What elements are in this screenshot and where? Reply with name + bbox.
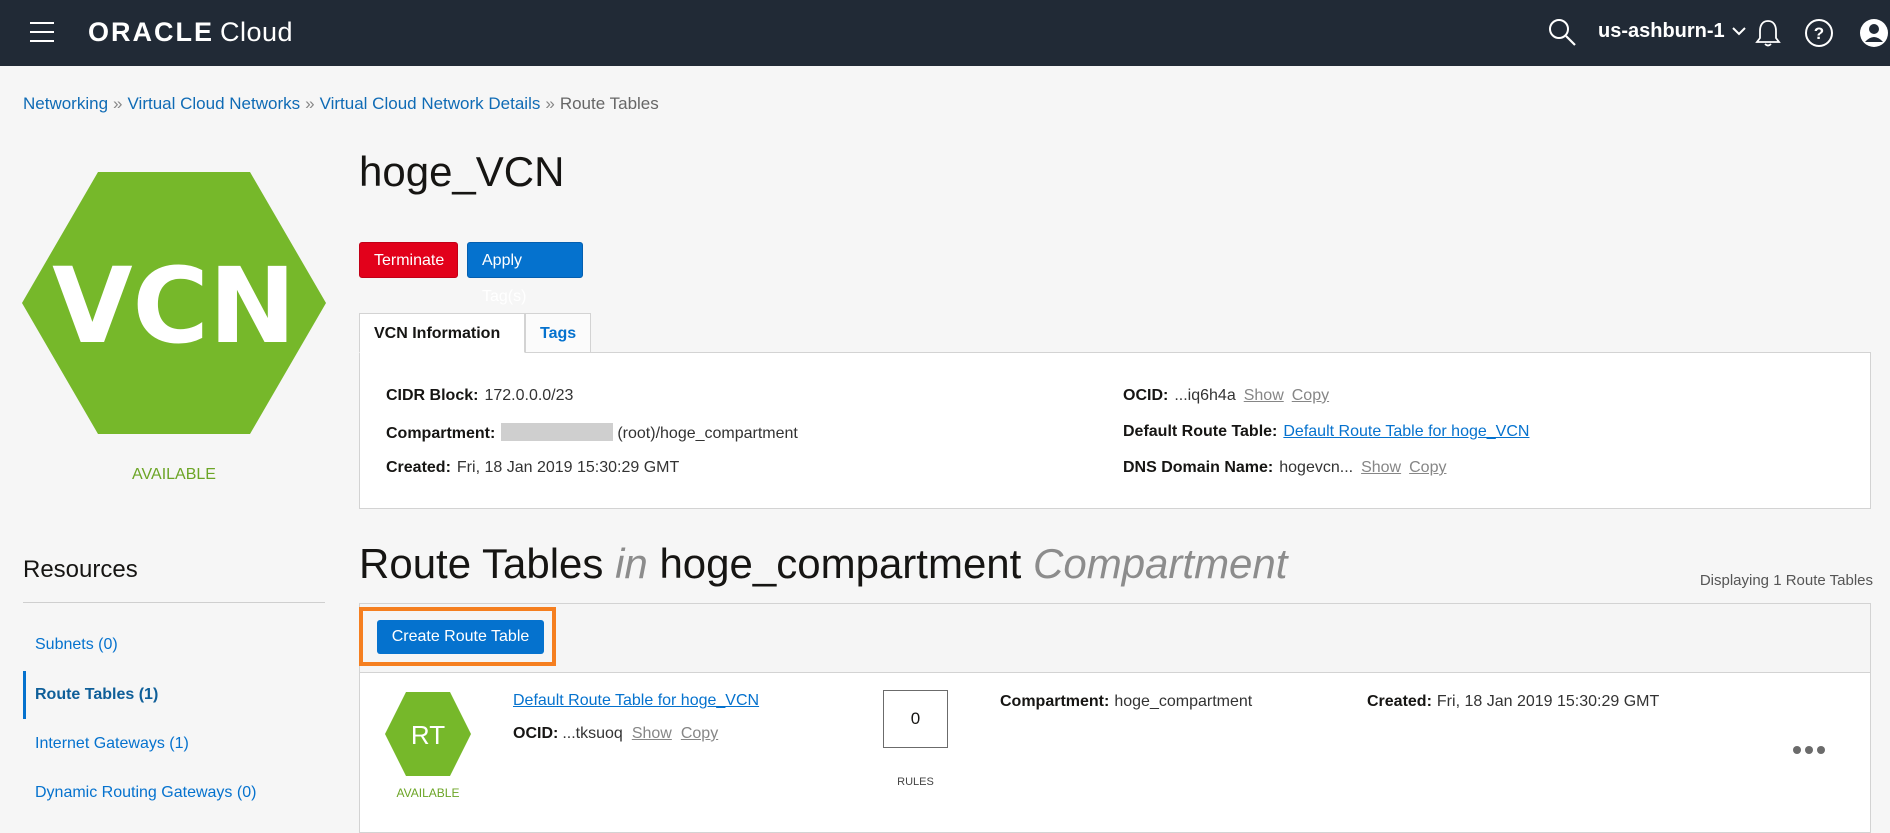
route-tables-heading-suffix: Compartment <box>1033 540 1288 587</box>
bell-icon[interactable] <box>1754 18 1782 48</box>
vcn-badge-text: VCN <box>52 245 296 367</box>
create-route-table-button[interactable]: Create Route Table <box>377 620 544 654</box>
vcn-hexagon-icon: VCN <box>22 172 326 434</box>
route-table-badge-text: RT <box>411 720 445 750</box>
route-table-created-label: Created: <box>1367 693 1432 710</box>
ocid-value: ...iq6h4a <box>1174 387 1236 404</box>
dns-domain-value: hogevcn... <box>1279 459 1354 476</box>
default-route-table-label: Default Route Table: <box>1123 423 1278 440</box>
vcn-status: AVAILABLE <box>132 466 216 483</box>
ocid-label: OCID: <box>1123 387 1169 404</box>
compartment-row: Compartment: (root)/hoge_compartment <box>386 423 798 443</box>
rules-label: RULES <box>897 776 934 788</box>
help-icon[interactable]: ? <box>1803 17 1835 49</box>
route-table-ocid-show-link[interactable]: Show <box>632 725 672 742</box>
sidebar-item-subnets[interactable]: Subnets (0) <box>23 632 325 658</box>
breadcrumb-current: Route Tables <box>559 94 659 113</box>
route-table-status: AVAILABLE <box>396 786 460 800</box>
breadcrumb-virtual-cloud-networks[interactable]: Virtual Cloud Networks <box>128 94 301 113</box>
terminate-button[interactable]: Terminate <box>359 242 458 278</box>
region-label: us-ashburn-1 <box>1598 20 1725 42</box>
rules-count-box: 0 <box>883 690 948 748</box>
region-selector[interactable]: us-ashburn-1 <box>1598 20 1747 43</box>
breadcrumb: Networking» Virtual Cloud Networks» Virtua… <box>23 94 659 114</box>
cidr-block-value: 172.0.0.0/23 <box>484 387 574 404</box>
ocid-show-link[interactable]: Show <box>1244 387 1284 404</box>
page-title: hoge_VCN <box>359 148 565 195</box>
brand-cloud: Cloud <box>220 17 294 47</box>
breadcrumb-networking[interactable]: Networking <box>23 94 108 113</box>
ocid-row: OCID: ...iq6h4a Show Copy <box>1123 387 1329 405</box>
route-tables-toolbar <box>359 603 1871 673</box>
route-tables-heading: Route Tables in hoge_compartment Compart… <box>359 540 1287 588</box>
cidr-block-row: CIDR Block: 172.0.0.0/23 <box>386 387 573 405</box>
ocid-copy-link[interactable]: Copy <box>1292 387 1329 404</box>
redacted-tenancy <box>501 423 614 441</box>
route-table-ocid-copy-link[interactable]: Copy <box>681 725 718 742</box>
oracle-cloud-logo[interactable]: ORACLE Cloud <box>88 17 293 48</box>
more-actions-icon[interactable] <box>1793 741 1833 757</box>
menu-icon[interactable] <box>30 22 54 42</box>
sidebar-item-dynamic-routing-gateways[interactable]: Dynamic Routing Gateways (0) <box>23 780 325 806</box>
route-table-ocid-value: ...tksuoq <box>562 725 623 742</box>
route-table-ocid-label: OCID: <box>513 725 559 742</box>
created-value: Fri, 18 Jan 2019 15:30:29 GMT <box>456 459 680 476</box>
route-table-compartment: Compartment: hoge_compartment <box>1000 693 1252 711</box>
created-label: Created: <box>386 459 451 476</box>
tab-tags[interactable]: Tags <box>525 313 591 353</box>
dns-domain-row: DNS Domain Name: hogevcn... Show Copy <box>1123 459 1446 477</box>
route-table-compartment-label: Compartment: <box>1000 693 1110 710</box>
brand-oracle: ORACLE <box>88 17 214 47</box>
search-icon[interactable] <box>1546 16 1578 48</box>
sidebar-item-internet-gateways[interactable]: Internet Gateways (1) <box>23 731 325 757</box>
route-tables-heading-main: Route Tables <box>359 540 604 587</box>
sidebar-item-route-tables[interactable]: Route Tables (1) <box>23 671 325 719</box>
apply-tags-button[interactable]: Apply Tag(s) <box>467 242 583 305</box>
resources-heading: Resources <box>23 556 138 583</box>
compartment-label: Compartment: <box>386 425 496 442</box>
dns-show-link[interactable]: Show <box>1361 459 1401 476</box>
route-table-hexagon-icon: RT <box>385 692 471 776</box>
dns-domain-label: DNS Domain Name: <box>1123 459 1274 476</box>
tab-vcn-information[interactable]: VCN Information <box>359 313 525 353</box>
route-table-created-value: Fri, 18 Jan 2019 15:30:29 GMT <box>1436 693 1660 710</box>
breadcrumb-separator: » <box>113 94 123 113</box>
default-route-table-row: Default Route Table: Default Route Table … <box>1123 423 1529 441</box>
route-table-name-link[interactable]: Default Route Table for hoge_VCN <box>513 692 759 710</box>
default-route-table-link[interactable]: Default Route Table for hoge_VCN <box>1283 423 1529 440</box>
breadcrumb-separator: » <box>545 94 555 113</box>
cidr-block-label: CIDR Block: <box>386 387 479 404</box>
breadcrumb-vcn-details[interactable]: Virtual Cloud Network Details <box>320 94 541 113</box>
chevron-down-icon <box>1731 20 1747 43</box>
dns-copy-link[interactable]: Copy <box>1409 459 1446 476</box>
user-icon[interactable] <box>1858 17 1890 49</box>
breadcrumb-separator: » <box>305 94 315 113</box>
route-tables-heading-compartment: hoge_compartment <box>659 540 1022 587</box>
compartment-value: (root)/hoge_compartment <box>617 425 798 442</box>
route-tables-heading-in: in <box>615 540 648 587</box>
route-table-created: Created: Fri, 18 Jan 2019 15:30:29 GMT <box>1367 693 1659 711</box>
svg-text:?: ? <box>1814 24 1824 43</box>
top-navigation-bar: ORACLE Cloud us-ashburn-1 ? <box>0 0 1890 66</box>
vcn-info-panel: CIDR Block: 172.0.0.0/23 Compartment: (roo… <box>359 352 1871 509</box>
route-table-compartment-value: hoge_compartment <box>1114 693 1253 710</box>
route-table-ocid-row: OCID: ...tksuoq Show Copy <box>513 725 718 743</box>
resources-divider <box>23 602 325 603</box>
displaying-count: Displaying 1 Route Tables <box>1699 572 1873 589</box>
created-row: Created: Fri, 18 Jan 2019 15:30:29 GMT <box>386 459 679 477</box>
